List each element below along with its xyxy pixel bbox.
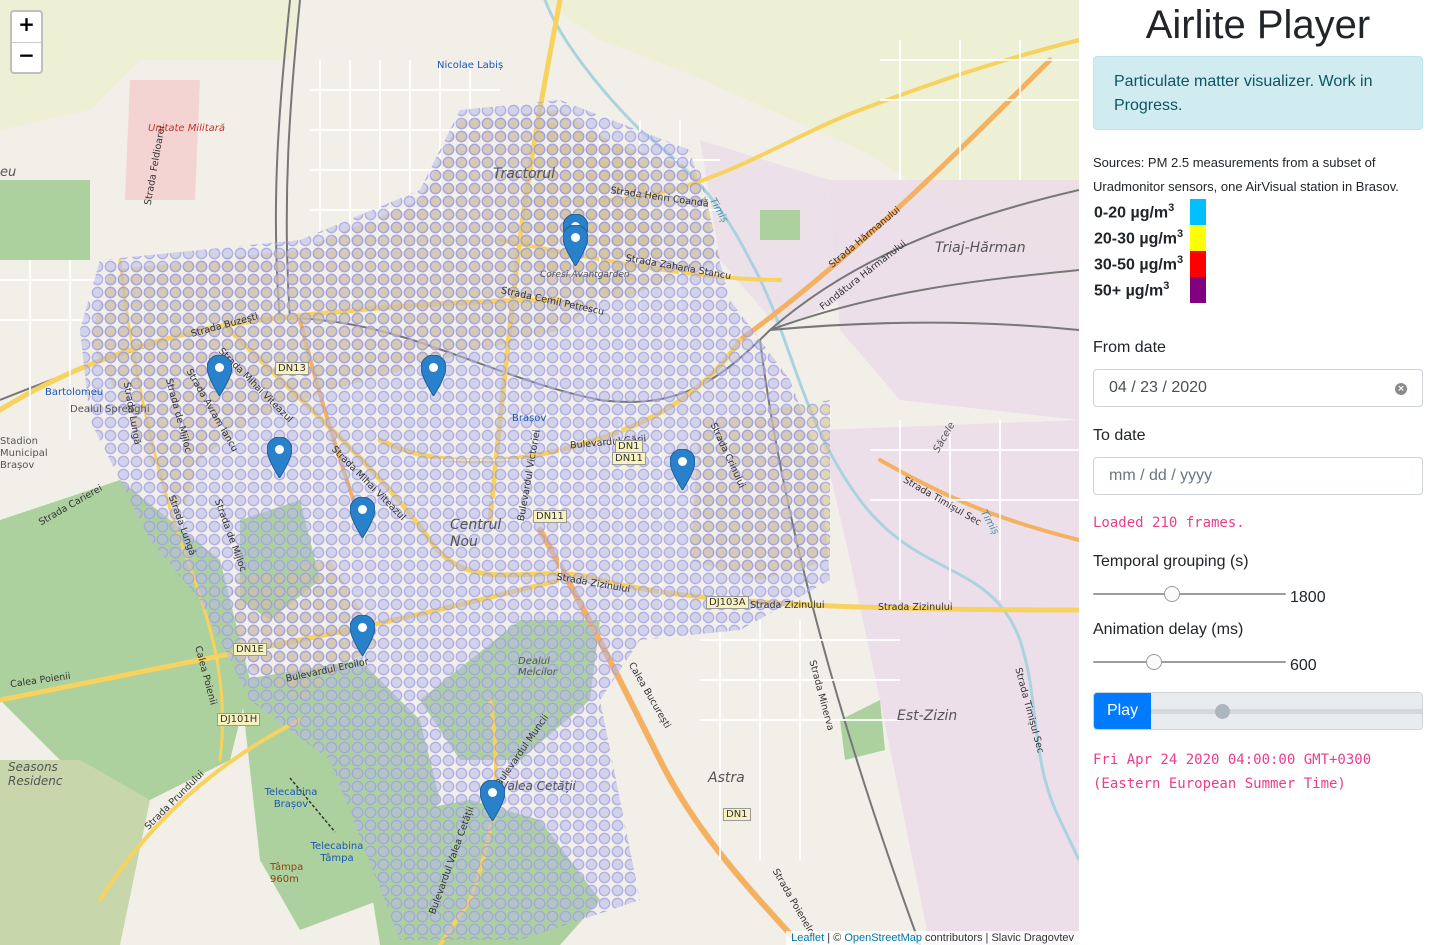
animation-delay-value: 600 (1290, 657, 1317, 674)
legend-swatch (1190, 225, 1207, 251)
legend-sup: 3 (1177, 253, 1184, 266)
from-date-input[interactable]: 04 / 23 / 2020 × (1093, 369, 1423, 407)
legend-row: 30-50 µg/m3 (1093, 251, 1207, 277)
road-shield-dn13: DN13 (275, 362, 309, 375)
road-shield-dn1e: DN1E (233, 643, 267, 656)
sensor-marker-icon[interactable] (350, 497, 375, 538)
zoom-out-button[interactable]: − (12, 42, 41, 72)
legend-sup: 3 (1163, 279, 1170, 292)
scrubber-track (1151, 709, 1422, 714)
legend-row: 50+ µg/m3 (1093, 277, 1207, 303)
sensor-marker-icon[interactable] (350, 615, 375, 656)
legend-swatch (1190, 251, 1207, 277)
legend-swatch (1190, 199, 1207, 225)
slider-track (1093, 661, 1286, 663)
legend-label: 50+ µg/m (1094, 282, 1164, 300)
playback-bar: Play (1093, 692, 1423, 730)
frame-scrubber[interactable] (1151, 693, 1422, 729)
legend-sup: 3 (1168, 201, 1175, 214)
temporal-grouping-label: Temporal grouping (s) (1093, 553, 1249, 570)
sensor-marker-icon[interactable] (267, 437, 292, 478)
map-label-dealul-sprenghi: Dealul Sprenghi (70, 404, 150, 415)
slider-thumb[interactable] (1164, 586, 1180, 602)
clear-date-icon[interactable]: × (1395, 383, 1407, 395)
page-title: Airlite Player (1145, 3, 1371, 47)
map-label-stadion: Stadion Municipal Brașov (0, 436, 48, 471)
sidebar: Airlite Player Particulate matter visual… (1079, 0, 1438, 945)
to-date-label: To date (1093, 427, 1146, 444)
leaflet-link[interactable]: Leaflet (791, 932, 824, 944)
sensor-marker-icon[interactable] (670, 449, 695, 490)
road-label-zizinului-3: Strada Zizinului (878, 602, 953, 613)
info-alert: Particulate matter visualizer. Work in P… (1093, 56, 1423, 130)
map-label-valea-cetatii: Valea Cetății (500, 779, 576, 793)
map-label-dealul-melcilor: Dealul Melcilor (518, 656, 557, 678)
to-date-input[interactable]: mm / dd / yyyy (1093, 457, 1423, 495)
map-label-centrul-nou: Centrul Nou (450, 517, 502, 550)
from-date-sep: / (1162, 379, 1167, 396)
map-label-tampa: Tâmpa 960m (270, 862, 304, 885)
timestamp-line: Fri Apr 24 2020 04:00:00 GMT+0300 (1093, 752, 1372, 768)
sources-text: Sources: PM 2.5 measurements from a subs… (1093, 155, 1399, 194)
map-label-tractorul: Tractorul (493, 166, 556, 182)
map-view[interactable]: Nicolae Labiș Unitate Militară Tractorul… (0, 0, 1079, 945)
temporal-grouping-value: 1800 (1290, 589, 1326, 606)
from-date-label: From date (1093, 339, 1166, 356)
map-label-est-zizin: Est-Zizin (897, 708, 958, 724)
map-label-seasons: Seasons Residenc (8, 760, 63, 788)
sensor-marker-icon[interactable] (563, 225, 588, 266)
legend-swatch (1190, 277, 1207, 303)
legend-label: 30-50 µg/m (1094, 256, 1178, 274)
osm-link[interactable]: OpenStreetMap (844, 932, 922, 944)
status-text: Loaded 210 frames. (1093, 515, 1245, 531)
slider-thumb[interactable] (1146, 654, 1162, 670)
map-label-telecabina-brasov: Telecabina Brașov (264, 787, 318, 810)
map-attribution: Leaflet | © OpenStreetMap contributors |… (786, 931, 1079, 945)
pm-legend: 0-20 µg/m3 20-30 µg/m3 30-50 µg/m3 50+ µ… (1093, 199, 1207, 303)
from-date-month[interactable]: 04 (1109, 379, 1127, 396)
map-label-astra: Astra (708, 770, 745, 786)
legend-row: 0-20 µg/m3 (1093, 199, 1207, 225)
scrubber-thumb[interactable] (1215, 704, 1230, 719)
map-label-telecabina-tampa: Telecabina Tâmpa (310, 841, 364, 864)
legend-row: 20-30 µg/m3 (1093, 225, 1207, 251)
map-label-brasov: Brașov (512, 413, 547, 424)
map-label-nicolae-labis: Nicolae Labiș (437, 60, 504, 71)
road-shield-dj103a: DJ103A (706, 596, 749, 609)
temporal-grouping-slider[interactable] (1093, 584, 1286, 604)
road-shield-dn11: DN11 (612, 452, 646, 465)
sensor-marker-icon[interactable] (207, 355, 232, 396)
animation-delay-label: Animation delay (ms) (1093, 621, 1244, 638)
legend-label: 20-30 µg/m (1094, 230, 1178, 248)
road-shield-dj101h: DJ101H (217, 713, 261, 726)
zoom-control: + − (10, 10, 43, 74)
play-button[interactable]: Play (1094, 693, 1151, 729)
from-date-year[interactable]: 2020 (1171, 379, 1207, 396)
legend-label: 0-20 µg/m (1094, 204, 1169, 222)
slider-track (1093, 593, 1286, 595)
from-date-sep: / (1131, 379, 1136, 396)
road-shield-dn1-south: DN1 (723, 808, 751, 821)
road-shield-dn11-b: DN11 (533, 510, 567, 523)
map-label-bartolomeu: Bartolomeu (45, 387, 104, 398)
animation-delay-slider[interactable] (1093, 652, 1286, 672)
legend-sup: 3 (1177, 227, 1184, 240)
attribution-separator: | © (824, 932, 845, 944)
road-label-zizinului-2: Strada Zizinului (750, 600, 825, 611)
map-label-eu: eu (0, 165, 17, 180)
from-date-day[interactable]: 23 (1140, 379, 1158, 396)
sensor-marker-icon[interactable] (421, 355, 446, 396)
sensor-marker-icon[interactable] (480, 780, 505, 821)
attribution-text: contributors | Slavic Dragovtev (921, 932, 1074, 944)
map-label-coresi: Coresi-Avantgarden (540, 270, 630, 280)
to-date-placeholder: mm / dd / yyyy (1109, 467, 1213, 484)
map-label-triaj-harman: Triaj-Hărman (935, 240, 1026, 256)
timestamp-line: (Eastern European Summer Time) (1093, 776, 1346, 792)
current-frame-timestamp: Fri Apr 24 2020 04:00:00 GMT+0300 (Easte… (1093, 748, 1423, 796)
zoom-in-button[interactable]: + (12, 12, 41, 42)
